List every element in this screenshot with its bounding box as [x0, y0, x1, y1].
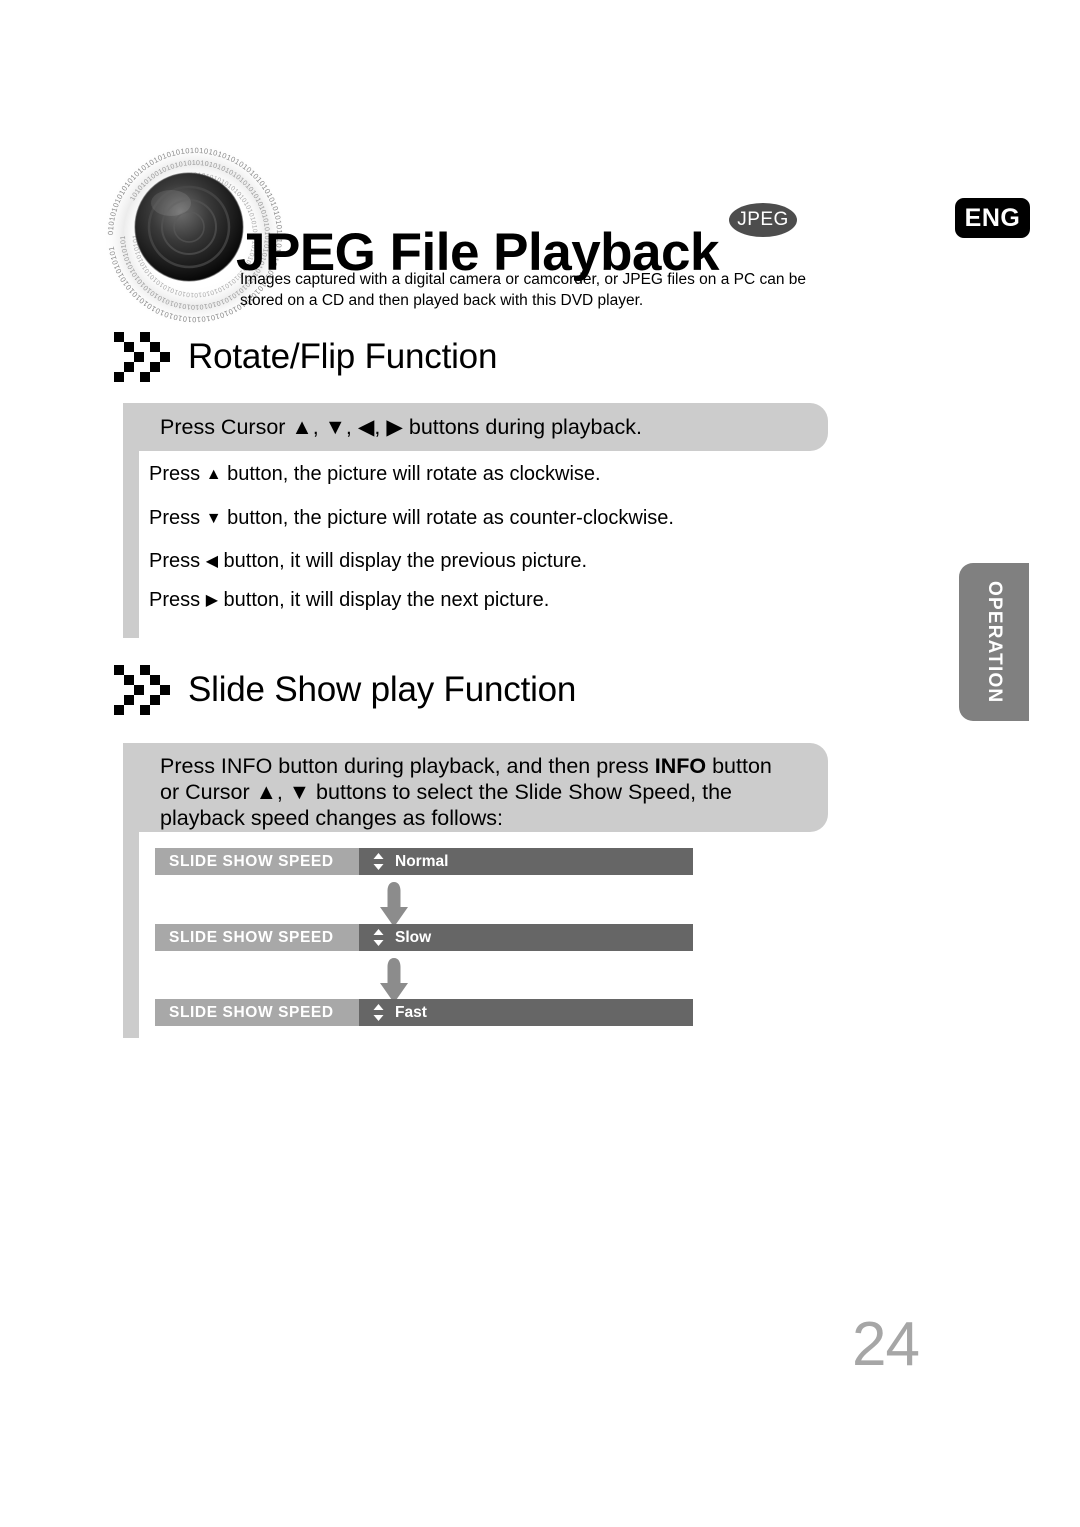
up-down-adjust-icon: [373, 929, 384, 946]
section-side-tab-operation: OPERATION: [959, 563, 1029, 721]
speed-bar-value-cell: Normal: [359, 848, 693, 875]
pixel-chevron-icon: [114, 332, 170, 382]
intro-line-2: stored on a CD and then played back with…: [240, 292, 644, 309]
instruction-row: Press ◀ button, it will display the prev…: [149, 551, 587, 571]
cursor-right-icon: ▶: [205, 592, 218, 609]
instruction-row: Press ▶ button, it will display the next…: [149, 590, 549, 610]
instruction-post: button, the picture will rotate as clock…: [221, 463, 601, 485]
language-badge-eng: ENG: [955, 198, 1030, 238]
instruction-post: button, the picture will rotate as count…: [221, 507, 674, 529]
up-down-adjust-icon: [373, 853, 384, 870]
section-heading-slide-show: Slide Show play Function: [114, 665, 576, 715]
intro-line-1: Images captured with a digital camera or…: [240, 271, 807, 288]
cursor-down-icon: ▼: [205, 510, 222, 527]
speed-bar-value-cell: Fast: [359, 999, 693, 1026]
cursor-up-icon: ▲: [205, 466, 222, 483]
slide-show-speed-bar-fast: SLIDE SHOW SPEED Fast: [155, 999, 693, 1026]
flow-arrow-down-1: [379, 881, 409, 928]
instruction-pre: Press: [149, 507, 206, 529]
instruction-pre: Press: [149, 550, 206, 572]
callout-line-1: Press INFO button during playback, and t…: [160, 753, 828, 779]
instruction-row: Press ▼ button, the picture will rotate …: [149, 508, 674, 528]
page-header: 0101010101010101010101010101010101010101…: [0, 0, 1080, 330]
info-button-emphasis: INFO: [654, 754, 707, 778]
callout-line-2: or Cursor ▲, ▼ buttons to select the Sli…: [160, 780, 732, 804]
side-tab-label: OPERATION: [984, 580, 1005, 704]
flow-arrow-down-2: [379, 957, 409, 1004]
pixel-chevron-icon: [114, 665, 170, 715]
instruction-post: button, it will display the previous pic…: [218, 550, 588, 572]
intro-paragraph: Images captured with a digital camera or…: [240, 269, 825, 311]
speed-bar-value: Slow: [395, 928, 432, 946]
instruction-pre: Press: [149, 463, 206, 485]
instruction-row: Press ▲ button, the picture will rotate …: [149, 464, 601, 484]
up-down-adjust-icon: [373, 1004, 384, 1021]
cursor-left-icon: ◀: [205, 553, 218, 570]
jpeg-format-badge: JPEG: [729, 203, 797, 237]
callout-rotate-flip: Press Cursor ▲, ▼, ◀, ▶ buttons during p…: [123, 403, 828, 451]
callout-text: Press Cursor ▲, ▼, ◀, ▶ buttons during p…: [160, 415, 642, 439]
instruction-post: button, it will display the next picture…: [218, 589, 550, 611]
speed-bar-value: Fast: [395, 1003, 427, 1021]
section-heading-rotate-flip: Rotate/Flip Function: [114, 332, 497, 382]
speed-bar-value: Normal: [395, 852, 449, 870]
section-heading-label: Rotate/Flip Function: [188, 337, 498, 376]
page-number: 24: [852, 1310, 920, 1379]
speed-bar-label: SLIDE SHOW SPEED: [155, 848, 359, 875]
callout-slide-show: Press INFO button during playback, and t…: [123, 743, 828, 832]
speed-bar-label: SLIDE SHOW SPEED: [155, 924, 359, 951]
speed-bar-label: SLIDE SHOW SPEED: [155, 999, 359, 1026]
slide-show-speed-bar-normal: SLIDE SHOW SPEED Normal: [155, 848, 693, 875]
callout-line-1-b: button: [706, 754, 772, 778]
slide-show-speed-bar-slow: SLIDE SHOW SPEED Slow: [155, 924, 693, 951]
instruction-pre: Press: [149, 589, 206, 611]
callout-line-3: playback speed changes as follows:: [160, 806, 504, 830]
speed-bar-value-cell: Slow: [359, 924, 693, 951]
section-heading-label: Slide Show play Function: [188, 670, 577, 709]
callout-line-1-a: Press INFO button during playback, and t…: [160, 754, 655, 778]
